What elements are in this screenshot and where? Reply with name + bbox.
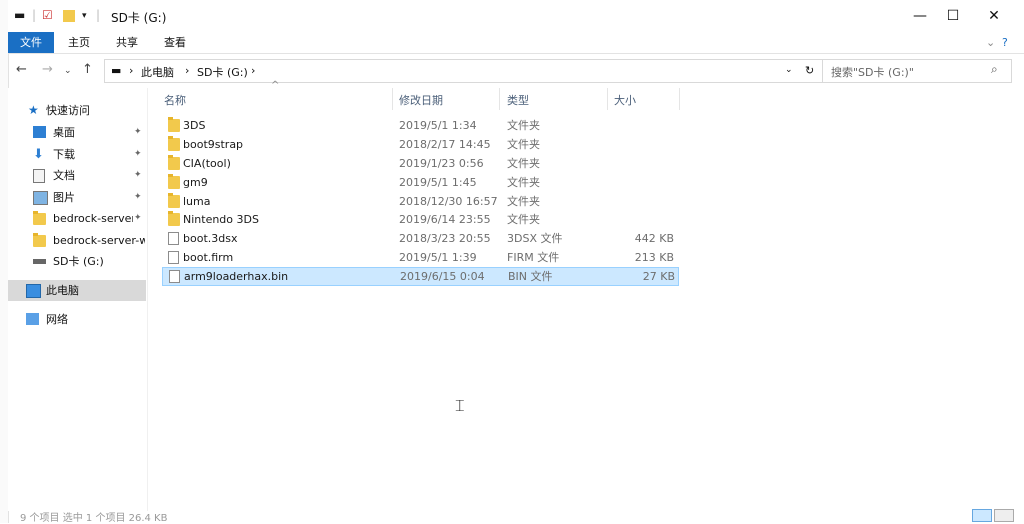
status-bar: 9 个项目 选中 1 个项目 26.4 KB	[8, 509, 1024, 524]
search-placeholder: 搜索"SD卡 (G:)"	[831, 66, 914, 79]
pin-icon: ✦	[134, 127, 142, 137]
pin-icon: ✦	[134, 149, 142, 159]
table-row[interactable]: gm9 2019/5/1 1:45 文件夹	[162, 173, 677, 192]
nav-item-documents[interactable]: 文档 ✦	[8, 165, 146, 186]
pin-icon: ✦	[134, 170, 142, 180]
separator: |	[96, 8, 101, 22]
forward-icon[interactable]: →	[42, 62, 53, 77]
desktop-icon	[33, 126, 46, 138]
computer-icon	[26, 284, 41, 298]
breadcrumb-drive[interactable]: SD卡 (G:)	[197, 64, 248, 80]
navigation-pane: ★ 快速访问 桌面 ✦ ⬇ 下载 ✦ 文档 ✦ 图片 ✦ bedrock-ser…	[8, 88, 146, 511]
address-bar[interactable]: ▬ › 此电脑 › SD卡 (G:) › ⌄ ↻	[104, 59, 824, 83]
breadcrumb-sep: ›	[129, 64, 134, 77]
up-icon[interactable]: ↑	[82, 62, 93, 77]
refresh-icon[interactable]: ↻	[805, 64, 814, 77]
tab-file[interactable]: 文件	[8, 32, 54, 53]
mouse-cursor-icon: ⌶	[455, 396, 465, 415]
window-title: SD卡 (G:)	[111, 11, 167, 25]
nav-quick-access[interactable]: ★ 快速访问	[8, 100, 146, 121]
table-row[interactable]: luma 2018/12/30 16:57 文件夹	[162, 192, 677, 211]
tab-view[interactable]: 查看	[152, 32, 198, 53]
nav-item-downloads[interactable]: ⬇ 下载 ✦	[8, 144, 146, 165]
table-row[interactable]: boot.3dsx 2018/3/23 20:55 3DSX 文件 442 KB	[162, 229, 677, 248]
table-row[interactable]: boot9strap 2018/2/17 14:45 文件夹	[162, 135, 677, 154]
folder-icon	[168, 136, 180, 151]
column-header-date[interactable]: 修改日期	[399, 90, 443, 112]
separator: |	[32, 8, 37, 22]
tab-share[interactable]: 共享	[104, 32, 150, 53]
file-icon	[168, 232, 179, 245]
column-divider[interactable]	[499, 88, 500, 110]
maximize-button[interactable]: ☐	[931, 4, 975, 28]
back-icon[interactable]: ←	[16, 62, 27, 77]
column-header-size[interactable]: 大小	[614, 90, 636, 112]
properties-icon[interactable]: ☑	[42, 8, 53, 22]
nav-this-pc[interactable]: 此电脑	[8, 280, 146, 301]
drive-icon	[33, 259, 46, 264]
table-row[interactable]: CIA(tool) 2019/1/23 0:56 文件夹	[162, 154, 677, 173]
table-row[interactable]: boot.firm 2019/5/1 1:39 FIRM 文件 213 KB	[162, 248, 677, 267]
download-icon: ⬇	[33, 147, 44, 162]
folder-icon	[168, 193, 180, 208]
new-folder-icon[interactable]	[63, 10, 75, 22]
table-row-selected[interactable]: arm9loaderhax.bin 2019/6/15 0:04 BIN 文件 …	[162, 267, 679, 286]
help-icon[interactable]: ?	[990, 32, 1020, 53]
pictures-icon	[33, 191, 48, 205]
table-row[interactable]: 3DS 2019/5/1 1:34 文件夹	[162, 116, 677, 135]
folder-icon	[168, 211, 180, 226]
folder-icon	[168, 117, 180, 132]
status-text: 9 个项目 选中 1 个项目 26.4 KB	[20, 513, 168, 524]
breadcrumb-sep: ›	[185, 64, 190, 77]
nav-network[interactable]: 网络	[8, 309, 146, 330]
tab-home[interactable]: 主页	[56, 32, 102, 53]
customize-toolbar-icon[interactable]: ▾	[82, 11, 87, 21]
details-view-button[interactable]	[972, 509, 992, 522]
column-divider[interactable]	[679, 88, 680, 110]
pin-icon: ✦	[134, 192, 142, 202]
network-icon	[26, 313, 39, 325]
column-header-name[interactable]: 名称	[164, 90, 186, 112]
folder-icon	[33, 233, 46, 247]
close-button[interactable]: ✕	[972, 4, 1016, 28]
star-icon: ★	[28, 103, 39, 117]
column-divider[interactable]	[607, 88, 608, 110]
nav-item-bedrock-server[interactable]: bedrock-server ✦	[8, 208, 146, 229]
column-header-type[interactable]: 类型	[507, 90, 529, 112]
title-bar: ▬ | ☑ ▾ | SD卡 (G:) — ☐ ✕	[8, 0, 1024, 32]
file-list: ^ 名称 修改日期 类型 大小 3DS 2019/5/1 1:34 文件夹 bo…	[155, 80, 1024, 509]
drive-icon[interactable]: ▬	[14, 8, 25, 22]
nav-item-pictures[interactable]: 图片 ✦	[8, 187, 146, 208]
nav-item-bedrock-server-w[interactable]: bedrock-server-w	[8, 230, 146, 251]
folder-icon	[33, 211, 46, 225]
search-input[interactable]: 搜索"SD卡 (G:)" ⌕	[822, 59, 1012, 83]
navigation-bar: ← → ⌄ ↑ ▬ › 此电脑 › SD卡 (G:) › ⌄ ↻ 搜索"SD卡 …	[8, 57, 1024, 85]
folder-icon	[168, 155, 180, 170]
file-icon	[169, 270, 180, 283]
column-divider[interactable]	[392, 88, 393, 110]
address-dropdown-icon[interactable]: ⌄	[785, 65, 793, 75]
file-icon	[168, 251, 179, 264]
pane-divider[interactable]	[147, 88, 148, 511]
search-icon[interactable]: ⌕	[991, 62, 998, 77]
breadcrumb-this-pc[interactable]: 此电脑	[141, 64, 174, 80]
drive-icon: ▬	[111, 64, 122, 77]
nav-item-desktop[interactable]: 桌面 ✦	[8, 122, 146, 143]
folder-icon	[168, 174, 180, 189]
breadcrumb-sep: ›	[251, 64, 256, 77]
pin-icon: ✦	[134, 213, 142, 223]
documents-icon	[33, 169, 45, 183]
table-row[interactable]: Nintendo 3DS 2019/6/14 23:55 文件夹	[162, 210, 677, 229]
sort-ascending-icon: ^	[271, 80, 280, 91]
ribbon: 文件 主页 共享 查看 ⌄ ?	[8, 32, 1024, 54]
recent-locations-icon[interactable]: ⌄	[64, 66, 72, 76]
nav-item-sd-card[interactable]: SD卡 (G:)	[8, 251, 146, 272]
large-icons-view-button[interactable]	[994, 509, 1014, 522]
